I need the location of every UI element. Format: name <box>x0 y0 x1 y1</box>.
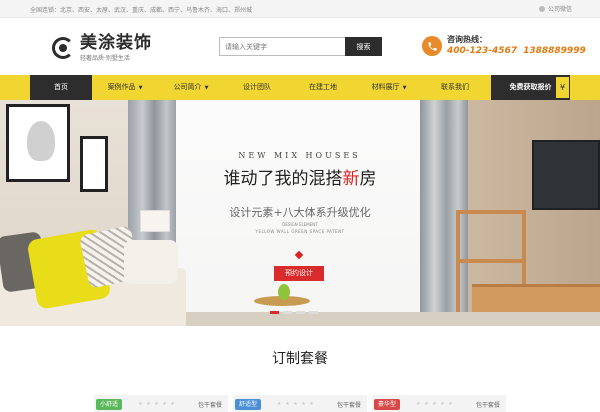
banner-headline-en: NEW MIX HOUSES <box>238 151 361 160</box>
banner-title-post: 房 <box>359 169 377 189</box>
banner-picture-frame-small <box>80 136 108 192</box>
wechat-link[interactable]: 公司微信 <box>538 4 572 13</box>
slider-dot[interactable] <box>283 311 292 314</box>
hotline-title: 咨询热线： <box>447 35 487 44</box>
banner-title-highlight: 新 <box>342 169 360 189</box>
nav-items: 首页 案例作品 ▼ 公司简介 ▼ 设计团队 在建工地 材料展厅 ▼ 联系我们 <box>30 75 570 100</box>
slider-dots <box>270 311 318 314</box>
package-card[interactable]: 小舒适 ★ ★ ★ ★ ★ 包干套餐 <box>94 395 228 412</box>
wechat-icon <box>538 5 545 12</box>
site-header: 美涂装饰 轻奢品质·别墅生活 搜索 咨询热线： 400-123-4567 1388… <box>0 18 600 75</box>
nav-item-team[interactable]: 设计团队 <box>224 75 290 100</box>
nav-item-label: 公司简介 <box>173 83 202 91</box>
nav-item-label: 在建工地 <box>309 83 337 91</box>
hotline-number-2: 1388889999 <box>523 46 586 56</box>
book-design-button[interactable]: 预约设计 <box>274 266 324 281</box>
caret-down-icon: ▼ <box>138 85 143 91</box>
package-card[interactable]: 舒适型 ★ ★ ★ ★ ★ 包干套餐 <box>233 395 367 412</box>
slider-dot[interactable] <box>309 311 318 314</box>
main-nav: 首页 案例作品 ▼ 公司简介 ▼ 设计团队 在建工地 材料展厅 ▼ 联系我们 免费获取… <box>0 75 600 100</box>
logo-mark-icon <box>52 37 74 59</box>
nav-item-label: 材料展厅 <box>371 83 400 91</box>
nav-item-contact[interactable]: 联系我们 <box>422 75 488 100</box>
banner-title-pre: 谁动了我的混搭 <box>223 169 343 189</box>
nav-item-sites[interactable]: 在建工地 <box>290 75 356 100</box>
banner-title: 谁动了我的混搭新房 <box>207 164 393 189</box>
city-list: 全国连锁：北京、西安、太原、武汉、重庆、成都、西宁、乌鲁木齐、海口、郑州城 <box>30 7 253 14</box>
star-rating-icon: ★ ★ ★ ★ ★ <box>416 401 454 407</box>
price-tab-icon[interactable]: ¥ <box>556 77 569 98</box>
search-input[interactable] <box>219 37 345 56</box>
search-button[interactable]: 搜索 <box>345 37 382 56</box>
wechat-label: 公司微信 <box>547 6 572 13</box>
banner-tv <box>532 140 600 210</box>
banner-subtitle: 设计元素+八大体系升级优化 <box>229 206 371 219</box>
phone-icon <box>422 36 442 56</box>
caret-down-icon: ▼ <box>204 85 209 91</box>
banner-pillow-white <box>124 240 178 284</box>
star-rating-icon: ★ ★ ★ ★ ★ <box>138 401 176 407</box>
logo[interactable]: 美涂装饰 轻奢品质·别墅生活 <box>52 34 152 62</box>
search-bar: 搜索 <box>219 37 382 56</box>
hotline: 咨询热线： 400-123-4567 1388889999 <box>422 34 592 56</box>
banner-tiny-text-2: YELLOW WALL GREEN SPACE PATENT <box>255 229 345 234</box>
package-label: 包干套餐 <box>475 402 500 409</box>
section-title: 订制套餐 <box>272 351 328 367</box>
slider-dot[interactable] <box>270 311 279 314</box>
nav-item-about[interactable]: 公司简介 ▼ <box>158 75 224 100</box>
banner-picture-frame <box>6 104 70 182</box>
banner-plant <box>278 284 290 300</box>
nav-item-materials[interactable]: 材料展厅 ▼ <box>356 75 422 100</box>
logo-slogan: 轻奢品质·别墅生活 <box>80 55 130 62</box>
package-tag: 豪华型 <box>374 399 401 410</box>
nav-item-label: 设计团队 <box>243 83 271 91</box>
nav-item-home[interactable]: 首页 <box>30 75 92 100</box>
package-tag: 小舒适 <box>96 399 123 410</box>
top-bar: 全国连锁：北京、西安、太原、武汉、重庆、成都、西宁、乌鲁木齐、海口、郑州城 公司… <box>0 0 600 18</box>
nav-item-cases[interactable]: 案例作品 ▼ <box>92 75 158 100</box>
banner-lamp <box>140 210 170 232</box>
nav-item-label: 首页 <box>54 83 68 91</box>
nav-item-label: 联系我们 <box>441 83 469 91</box>
caret-down-icon: ▼ <box>402 85 407 91</box>
package-card[interactable]: 豪华型 ★ ★ ★ ★ ★ 包干套餐 <box>372 395 506 412</box>
logo-text: 美涂装饰 轻奢品质·别墅生活 <box>80 34 152 62</box>
package-tag: 舒适型 <box>235 399 262 410</box>
package-label: 包干套餐 <box>197 402 222 409</box>
logo-name: 美涂装饰 <box>80 33 152 53</box>
nav-item-label: 案例作品 <box>107 83 136 91</box>
package-cards: 小舒适 ★ ★ ★ ★ ★ 包干套餐 舒适型 ★ ★ ★ ★ ★ 包干套餐 豪华… <box>0 395 600 412</box>
slider-dot[interactable] <box>296 311 305 314</box>
hotline-numbers: 400-123-4567 1388889999 <box>447 46 592 56</box>
package-label: 包干套餐 <box>336 402 361 409</box>
hotline-text: 咨询热线： 400-123-4567 1388889999 <box>447 34 592 56</box>
banner-tiny-text-1: DESIGN ELEMENT <box>282 222 318 227</box>
hotline-number-1: 400-123-4567 <box>447 46 518 56</box>
star-rating-icon: ★ ★ ★ ★ ★ <box>277 401 315 407</box>
